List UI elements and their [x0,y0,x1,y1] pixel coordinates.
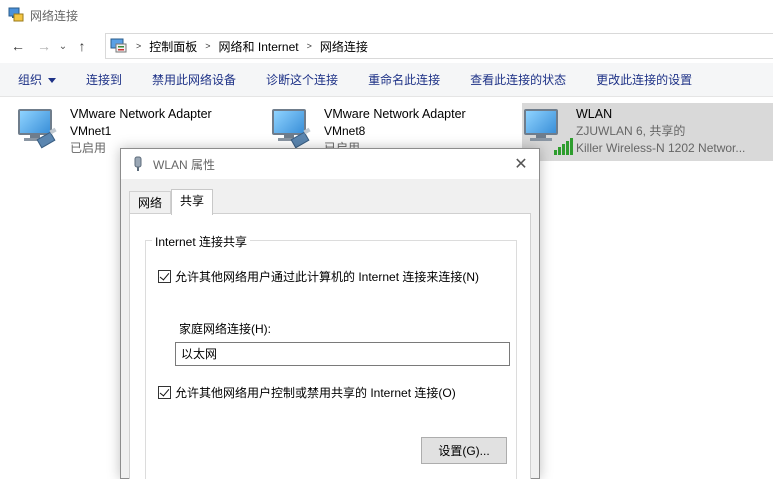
window-titlebar: 网络连接 [0,0,773,30]
window-title: 网络连接 [30,8,79,23]
tab-sharing[interactable]: 共享 [171,189,214,215]
breadcrumb-network-internet[interactable]: 网络和 Internet [219,38,299,55]
breadcrumb-control-panel[interactable]: 控制面板 [149,38,197,55]
breadcrumb-separator-icon[interactable]: > [205,41,210,51]
back-arrow-icon[interactable]: ← [8,35,28,57]
wlan-properties-dialog: WLAN 属性 ✕ 网络 共享 Internet 连接共享 允许其他网络用户通过… [120,148,540,479]
allow-control-checkbox[interactable] [158,386,171,399]
dialog-titlebar[interactable]: WLAN 属性 ✕ [121,149,539,179]
diagnose-connection-button[interactable]: 诊断这个连接 [266,63,338,97]
network-connections-icon [8,7,24,23]
allow-connect-checkbox[interactable] [158,270,171,283]
dialog-tabs: 网络 共享 [129,189,214,215]
settings-button[interactable]: 设置(G)... [421,437,507,464]
ics-groupbox: Internet 连接共享 允许其他网络用户通过此计算机的 Internet 连… [145,233,517,479]
allow-connect-checkbox-row[interactable]: 允许其他网络用户通过此计算机的 Internet 连接来连接(N) [158,268,479,285]
close-icon[interactable]: ✕ [511,154,531,174]
sharing-tab-panel: Internet 连接共享 允许其他网络用户通过此计算机的 Internet 连… [129,213,531,479]
change-settings-button[interactable]: 更改此连接的设置 [596,63,692,97]
command-bar: 组织 连接到 禁用此网络设备 诊断这个连接 重命名此连接 查看此连接的状态 更改… [0,63,773,97]
ethernet-adapter-icon [270,105,318,153]
ethernet-adapter-icon [16,105,64,153]
breadcrumb-network-connections[interactable]: 网络连接 [320,38,368,55]
adapter-wlan[interactable]: WLAN ZJUWLAN 6, 共享的 Killer Wireless-N 12… [522,103,773,161]
adapter-name: VMware Network Adapter [70,107,212,121]
rename-connection-button[interactable]: 重命名此连接 [368,63,440,97]
disable-device-button[interactable]: 禁用此网络设备 [152,63,236,97]
groupbox-title: Internet 连接共享 [152,233,251,250]
adapter-network: ZJUWLAN 6, 共享的 [576,124,686,138]
adapter-network: VMnet1 [70,124,112,138]
allow-control-checkbox-row[interactable]: 允许其他网络用户控制或禁用共享的 Internet 连接(O) [158,384,456,401]
wireless-adapter-icon [131,156,145,172]
home-network-label: 家庭网络连接(H): [179,322,271,336]
adapter-network: VMnet8 [324,124,366,138]
control-panel-icon [110,38,128,54]
up-arrow-icon[interactable]: ↑ [72,35,92,57]
navigation-bar: ← → ⌄ ↑ > 控制面板 > 网络和 Internet > 网络连接 [0,33,773,59]
dropdown-caret-icon [48,77,57,83]
organize-menu[interactable]: 组织 [18,63,57,97]
signal-strength-icon [554,137,576,155]
dialog-title: WLAN 属性 [153,157,216,172]
breadcrumb-separator-icon[interactable]: > [136,41,141,51]
adapter-name: WLAN [576,107,613,121]
home-network-field[interactable]: 以太网 [175,342,510,366]
forward-arrow-icon[interactable]: → [34,35,54,57]
wireless-adapter-icon [522,105,573,155]
adapter-device: Killer Wireless-N 1202 Networ... [576,141,746,155]
allow-connect-label[interactable]: 允许其他网络用户通过此计算机的 Internet 连接来连接(N) [175,268,479,285]
connect-to-button[interactable]: 连接到 [86,63,122,97]
organize-label: 组织 [18,72,43,87]
view-status-button[interactable]: 查看此连接的状态 [470,63,566,97]
adapter-name: VMware Network Adapter [324,107,466,121]
tab-networking[interactable]: 网络 [129,191,172,215]
allow-control-label[interactable]: 允许其他网络用户控制或禁用共享的 Internet 连接(O) [175,384,456,401]
address-bar[interactable]: > 控制面板 > 网络和 Internet > 网络连接 [105,33,773,59]
recent-locations-chevron-icon[interactable]: ⌄ [56,35,70,57]
breadcrumb-separator-icon[interactable]: > [307,41,312,51]
